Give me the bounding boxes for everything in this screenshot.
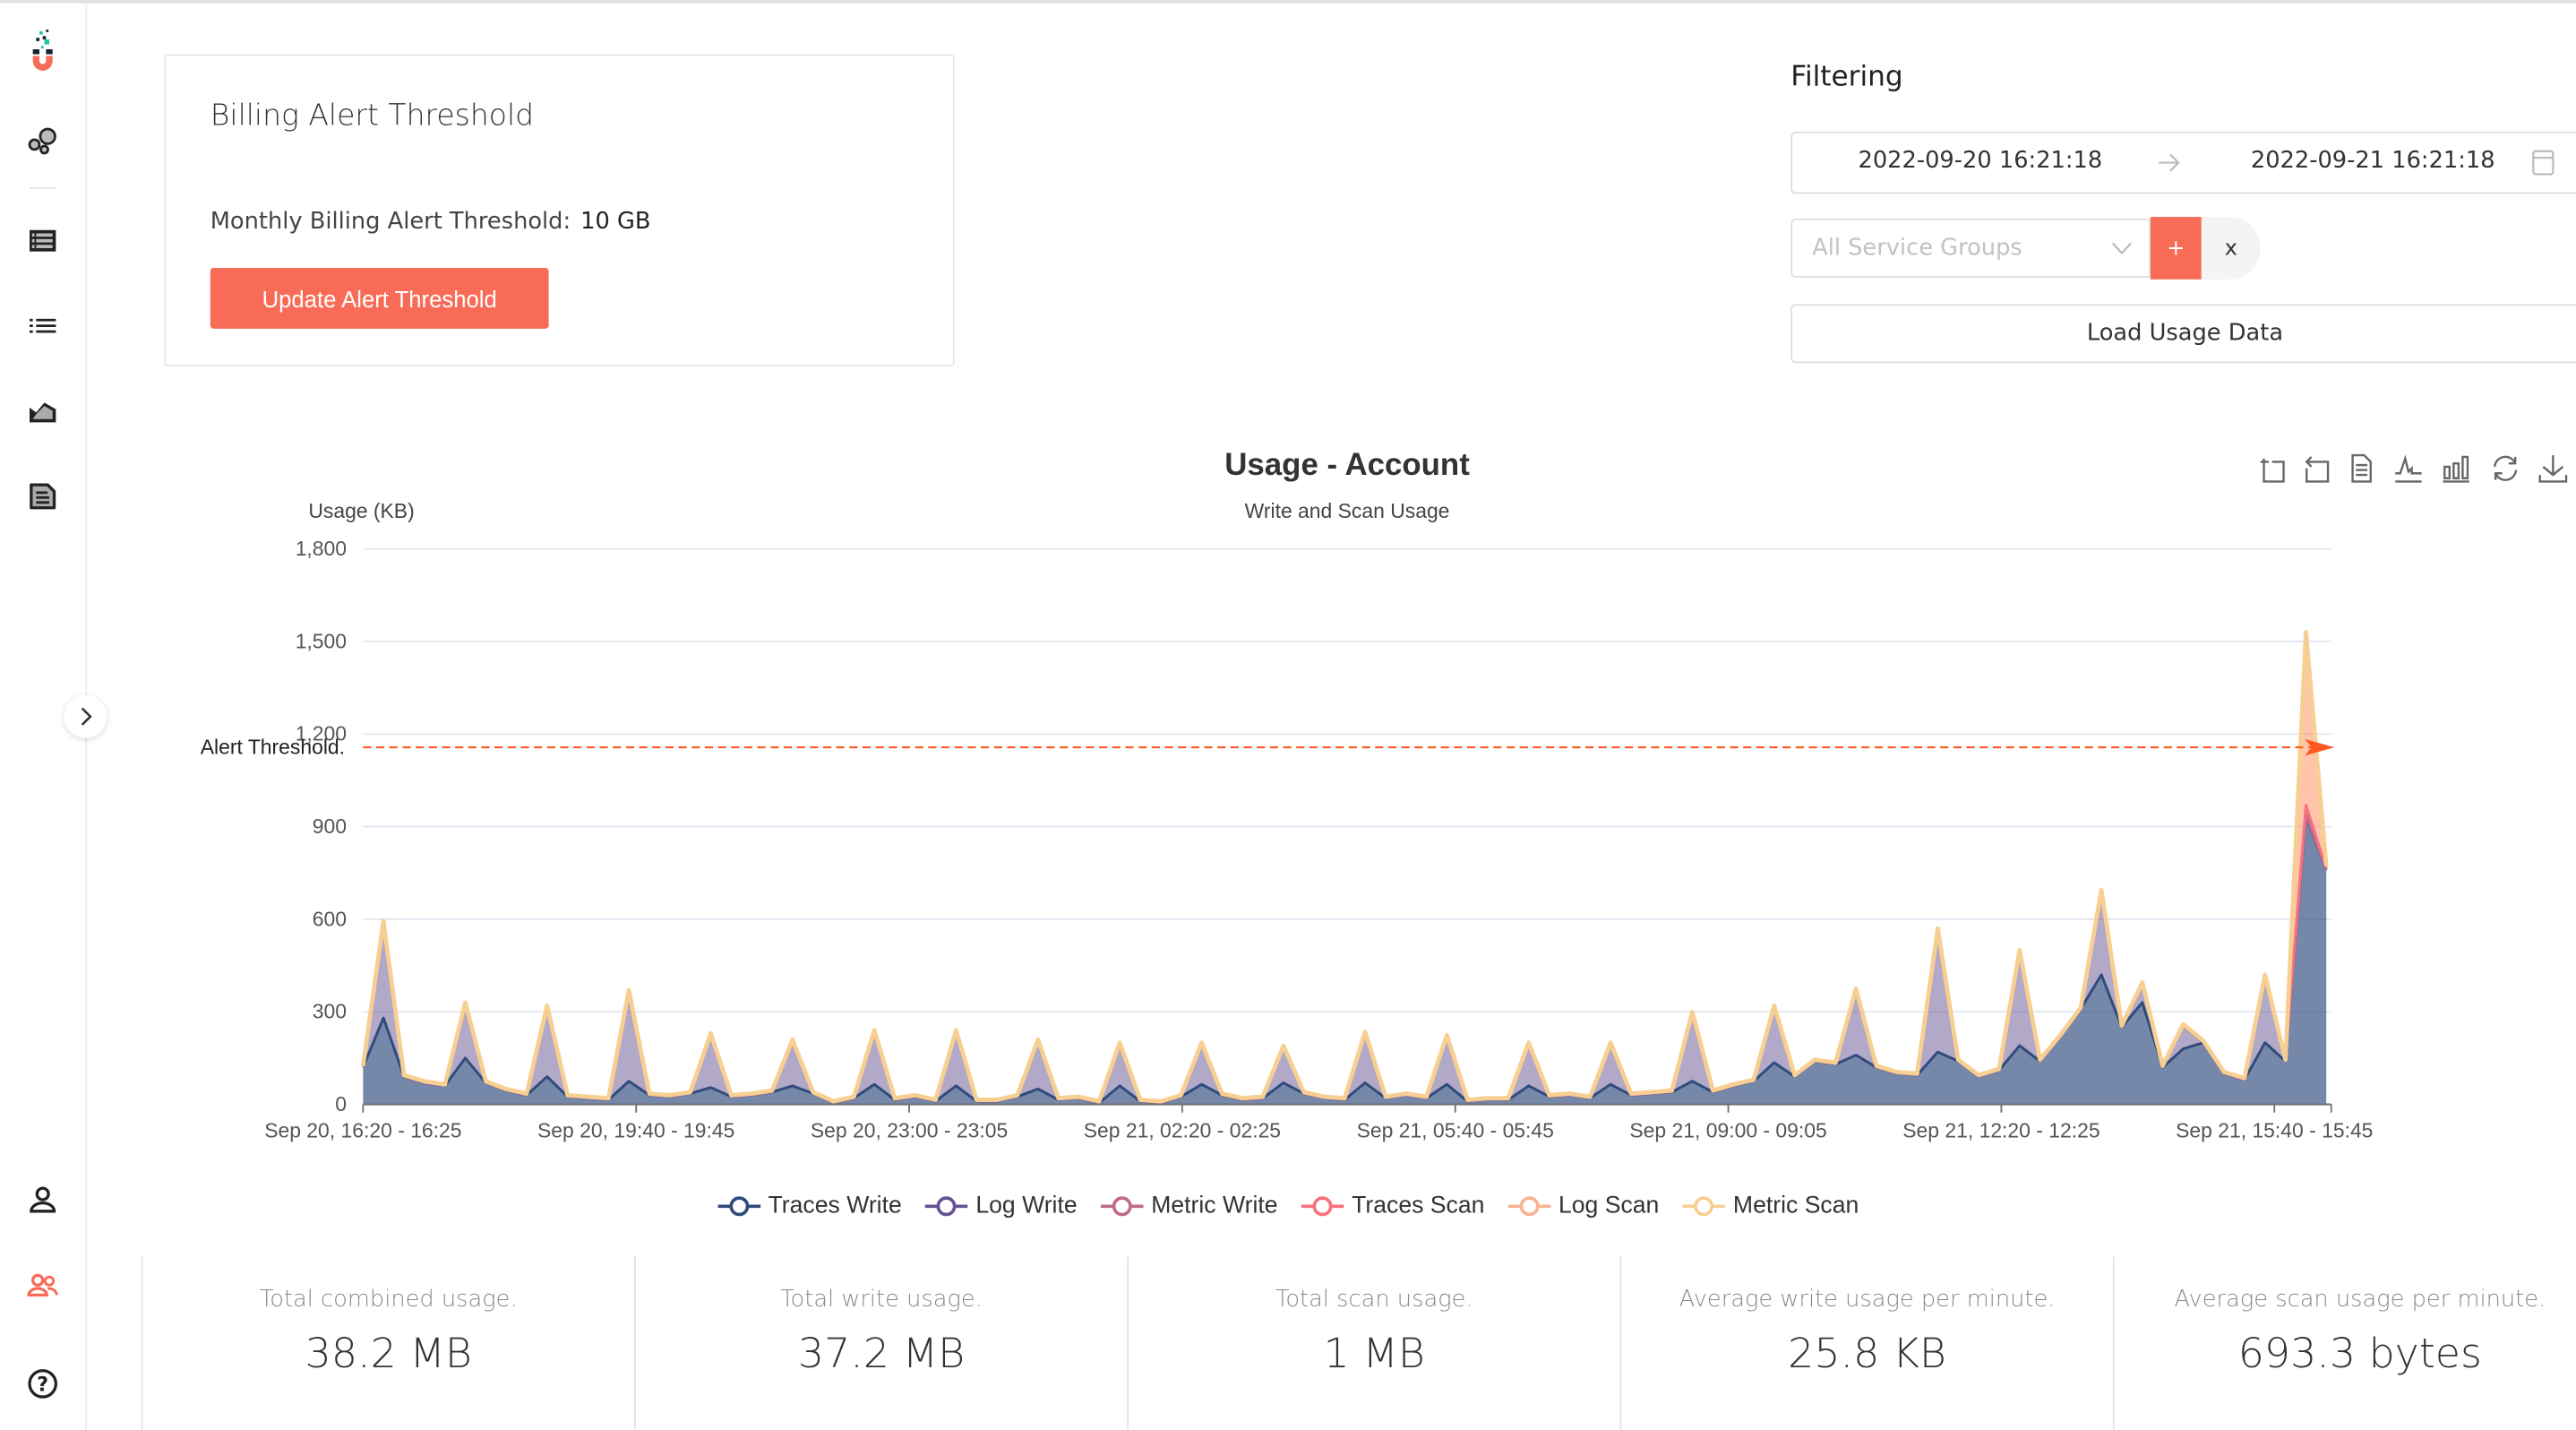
stat-label: Average write usage per minute. (1679, 1287, 2056, 1314)
area-traces-write (363, 817, 2327, 1105)
legend-marker-icon (924, 1196, 968, 1217)
stat-total-write: Total write usage. 37.2 MB (634, 1255, 1127, 1430)
y-axis-label: Usage (KB) (308, 499, 414, 522)
y-tick-label: 600 (313, 907, 347, 930)
legend-label: Log Write (975, 1193, 1078, 1219)
app-root: ? Billing Alert Threshold Monthly Billin… (0, 0, 2576, 1430)
chart-legend: Traces Write Log Write Metric Write Trac… (0, 1193, 2576, 1219)
y-tick-label: 300 (313, 1000, 347, 1023)
y-tick-label: 900 (313, 814, 347, 838)
legend-label: Metric Write (1151, 1193, 1278, 1219)
line-chart-icon[interactable] (2392, 452, 2426, 485)
legend-marker-icon (1100, 1196, 1144, 1217)
legend-marker-icon (1507, 1196, 1550, 1217)
stat-avg-write: Average write usage per minute. 25.8 KB (1619, 1255, 2113, 1430)
usage-stats: Total combined usage. 38.2 MB Total write… (141, 1255, 2576, 1430)
x-tick-label: Sep 20, 19:40 - 19:45 (537, 1118, 734, 1141)
stat-value: 38.2 MB (305, 1329, 472, 1378)
x-tick-label: Sep 21, 09:00 - 09:05 (1629, 1118, 1826, 1141)
stat-total-combined: Total combined usage. 38.2 MB (141, 1255, 634, 1430)
stat-label: Total scan usage. (1275, 1287, 1473, 1314)
legend-label: Traces Write (768, 1193, 902, 1219)
x-tick-label: Sep 21, 05:40 - 05:45 (1357, 1118, 1554, 1141)
stat-value: 693.3 bytes (2237, 1329, 2482, 1378)
legend-item-metric-write[interactable]: Metric Write (1100, 1193, 1278, 1219)
x-tick-label: Sep 21, 02:20 - 02:25 (1084, 1118, 1281, 1141)
stat-label: Total write usage. (780, 1287, 983, 1314)
save-image-icon[interactable] (2537, 452, 2570, 485)
zoom-reset-icon[interactable] (2300, 452, 2333, 485)
legend-item-log-write[interactable]: Log Write (924, 1193, 1078, 1219)
y-tick-label: 1,800 (296, 537, 347, 560)
legend-item-traces-scan[interactable]: Traces Scan (1301, 1193, 1484, 1219)
chart-subtitle: Write and Scan Usage (1245, 499, 1450, 522)
x-tick-label: Sep 21, 12:20 - 12:25 (1902, 1118, 2099, 1141)
legend-label: Log Scan (1558, 1193, 1660, 1219)
zoom-select-icon[interactable] (2255, 452, 2288, 485)
chart-title: Usage - Account (1224, 447, 1470, 482)
restore-icon[interactable] (2489, 452, 2522, 485)
x-tick-label: Sep 20, 16:20 - 16:25 (264, 1118, 461, 1141)
legend-item-traces-write[interactable]: Traces Write (717, 1193, 902, 1219)
legend-marker-icon (1301, 1196, 1344, 1217)
stat-value: 37.2 MB (797, 1329, 966, 1378)
stat-label: Average scan usage per minute. (2174, 1287, 2546, 1314)
x-tick-label: Sep 21, 15:40 - 15:45 (2176, 1118, 2373, 1141)
legend-item-metric-scan[interactable]: Metric Scan (1682, 1193, 1859, 1219)
stat-avg-scan: Average scan usage per minute. 693.3 byte… (2112, 1255, 2576, 1430)
legend-marker-icon (717, 1196, 760, 1217)
legend-label: Metric Scan (1732, 1193, 1859, 1219)
stat-value: 25.8 KB (1788, 1329, 1946, 1378)
stat-total-scan: Total scan usage. 1 MB (1127, 1255, 1619, 1430)
legend-marker-icon (1682, 1196, 1725, 1217)
data-view-icon[interactable] (2344, 452, 2377, 485)
x-tick-label: Sep 20, 23:00 - 23:05 (811, 1118, 1008, 1141)
legend-item-log-scan[interactable]: Log Scan (1507, 1193, 1659, 1219)
legend-label: Traces Scan (1352, 1193, 1485, 1219)
stat-value: 1 MB (1323, 1329, 1425, 1378)
y-tick-label: 0 (335, 1092, 347, 1116)
bar-chart-icon[interactable] (2440, 452, 2473, 485)
stat-label: Total combined usage. (259, 1287, 518, 1314)
alert-threshold-label: Alert Threshold. (201, 735, 345, 758)
y-tick-label: 1,500 (296, 629, 347, 652)
